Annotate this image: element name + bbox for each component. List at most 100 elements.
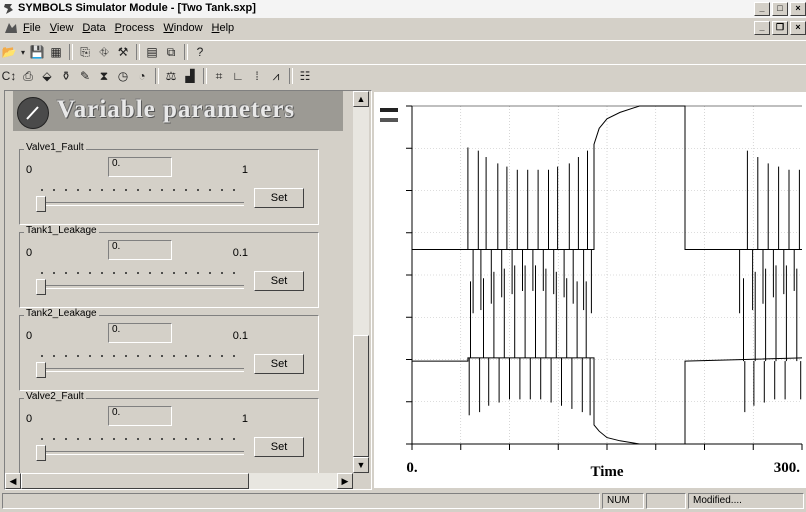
minimize-button[interactable]: _ [754,2,770,16]
window-title: SYMBOLS Simulator Module - [Two Tank.sxp… [18,2,256,14]
status-message [2,493,600,509]
menu-window[interactable]: Window [163,22,202,34]
panel-title: Variable parameters [57,96,296,123]
close-button[interactable]: × [790,2,806,16]
slider-track[interactable] [36,202,244,206]
slider-ticks [36,188,244,194]
scroll-right-arrow-icon[interactable]: ▶ [337,473,353,489]
param-value-field[interactable]: 0. [108,240,172,260]
slider-thumb[interactable] [36,445,46,461]
param-name: Valve1_Fault [24,142,86,153]
panel-header: Variable parameters [13,91,343,131]
menu-process[interactable]: Process [115,22,155,34]
param-value-field[interactable]: 0. [108,406,172,426]
plot-pane: 0. 300. Time [374,92,806,488]
param-name: Tank2_Leakage [24,308,99,319]
menu-help[interactable]: Help [212,22,235,34]
status-caps [646,493,686,509]
set-button[interactable]: Set [254,271,304,291]
doc-minimize-button[interactable]: _ [754,21,770,35]
slider-track[interactable] [36,285,244,289]
hourglass-icon[interactable]: ⧗ [95,67,113,85]
x-axis-label: Time [590,464,623,480]
x-tick-label: 0. [406,460,418,476]
help-icon[interactable]: ? [191,43,209,61]
variable-parameters-pane: Variable parameters Valve1_Fault 0 0. 1 … [4,90,372,490]
param-value-field[interactable]: 0. [108,157,172,177]
legend-swatch [380,118,398,122]
table-icon[interactable]: ☷ [296,67,314,85]
compass-icon [17,97,49,129]
param-name: Tank1_Leakage [24,225,99,236]
time-series-chart[interactable]: 0. 300. Time [374,92,806,488]
status-bar: NUM Modified.... [0,490,806,512]
clock-icon[interactable]: ◷ [114,67,132,85]
model-icon[interactable]: ⎙ [19,67,37,85]
calculator-icon[interactable]: ▤ [143,43,161,61]
param-group-tank2-leakage: Tank2_Leakage 0 0. 0.1 Set [19,308,319,391]
app-icon [4,4,13,14]
simulation-toolbar: C↕ ⎙ ⬙ ⚱ ✎ ⧗ ◷ ◔ ⚖ ▟ ⌗ ∟ ⁞ ⩘ ☷ [0,64,806,87]
bar-chart-icon[interactable]: ▟ [181,67,199,85]
set-button[interactable]: Set [254,188,304,208]
compile-icon[interactable]: C↕ [0,67,18,85]
set-button[interactable]: Set [254,437,304,457]
gauge-icon[interactable]: ◔ [133,67,151,85]
status-num: NUM [602,493,644,509]
save-icon[interactable]: 💾 [28,43,46,61]
doc-close-button[interactable]: × [790,21,806,35]
param-value-field[interactable]: 0. [108,323,172,343]
vertical-scroll-thumb[interactable] [353,335,369,457]
slider-track[interactable] [36,451,244,455]
slider-ticks [36,437,244,443]
param-group-tank1-leakage: Tank1_Leakage 0 0. 0.1 Set [19,225,319,308]
slider-thumb[interactable] [36,279,46,295]
scroll-down-arrow-icon[interactable]: ▼ [353,457,369,473]
standard-toolbar: 📂 ▾ 💾 ▦ ⎘ ⛗ ⚒ ▤ ⧉ ? [0,40,806,63]
line-chart-icon[interactable]: ⩘ [267,67,285,85]
param-min: 0 [26,164,33,176]
status-modified: Modified.... [688,493,804,509]
param-group-valve1-fault: Valve1_Fault 0 0. 1 Set [19,142,319,225]
grid-icon[interactable]: ⌗ [210,67,228,85]
scroll-left-arrow-icon[interactable]: ◀ [5,473,21,489]
menu-view[interactable]: View [50,22,74,34]
slider-thumb[interactable] [36,196,46,212]
document-icon[interactable] [3,21,19,35]
menu-data[interactable]: Data [82,22,105,34]
valve-icon[interactable]: ⚱ [57,67,75,85]
maximize-button[interactable]: □ [772,2,788,16]
slider-thumb[interactable] [36,362,46,378]
pencil-icon[interactable]: ✎ [76,67,94,85]
param-min: 0 [26,330,33,342]
horizontal-scrollbar[interactable]: ◀ ▶ [5,473,353,489]
param-max: 0.1 [232,247,248,259]
tank-icon[interactable]: ⬙ [38,67,56,85]
menu-file[interactable]: File [23,22,41,34]
horizontal-scroll-thumb[interactable] [21,473,249,489]
vertical-scrollbar[interactable]: ▲ ▼ [353,91,369,473]
window-icon[interactable]: ⧉ [162,43,180,61]
scale-icon[interactable]: ⚖ [162,67,180,85]
slider-track[interactable] [36,368,244,372]
param-min: 0 [26,413,33,425]
library-icon[interactable]: ▦ [47,43,65,61]
network-icon[interactable]: ⛗ [95,43,113,61]
param-max: 1 [241,164,248,176]
param-max: 1 [241,413,248,425]
scroll-up-arrow-icon[interactable]: ▲ [353,91,369,107]
doc-restore-button[interactable]: ❐ [772,21,788,35]
open-folder-icon[interactable]: 📂 [0,43,18,61]
menu-bar: File View Data Process Window Help [0,18,806,38]
set-button[interactable]: Set [254,354,304,374]
param-group-valve2-fault: Valve2_Fault 0 0. 1 Set [19,391,319,474]
title-bar: SYMBOLS Simulator Module - [Two Tank.sxp… [0,0,806,18]
slider-ticks [36,354,244,360]
param-min: 0 [26,247,33,259]
tools-icon[interactable]: ⚒ [114,43,132,61]
dropdown-arrow-icon[interactable]: ▾ [19,43,27,61]
scatter-icon[interactable]: ⁞ [248,67,266,85]
copy-icon[interactable]: ⎘ [76,43,94,61]
axes-icon[interactable]: ∟ [229,67,247,85]
slider-ticks [36,271,244,277]
